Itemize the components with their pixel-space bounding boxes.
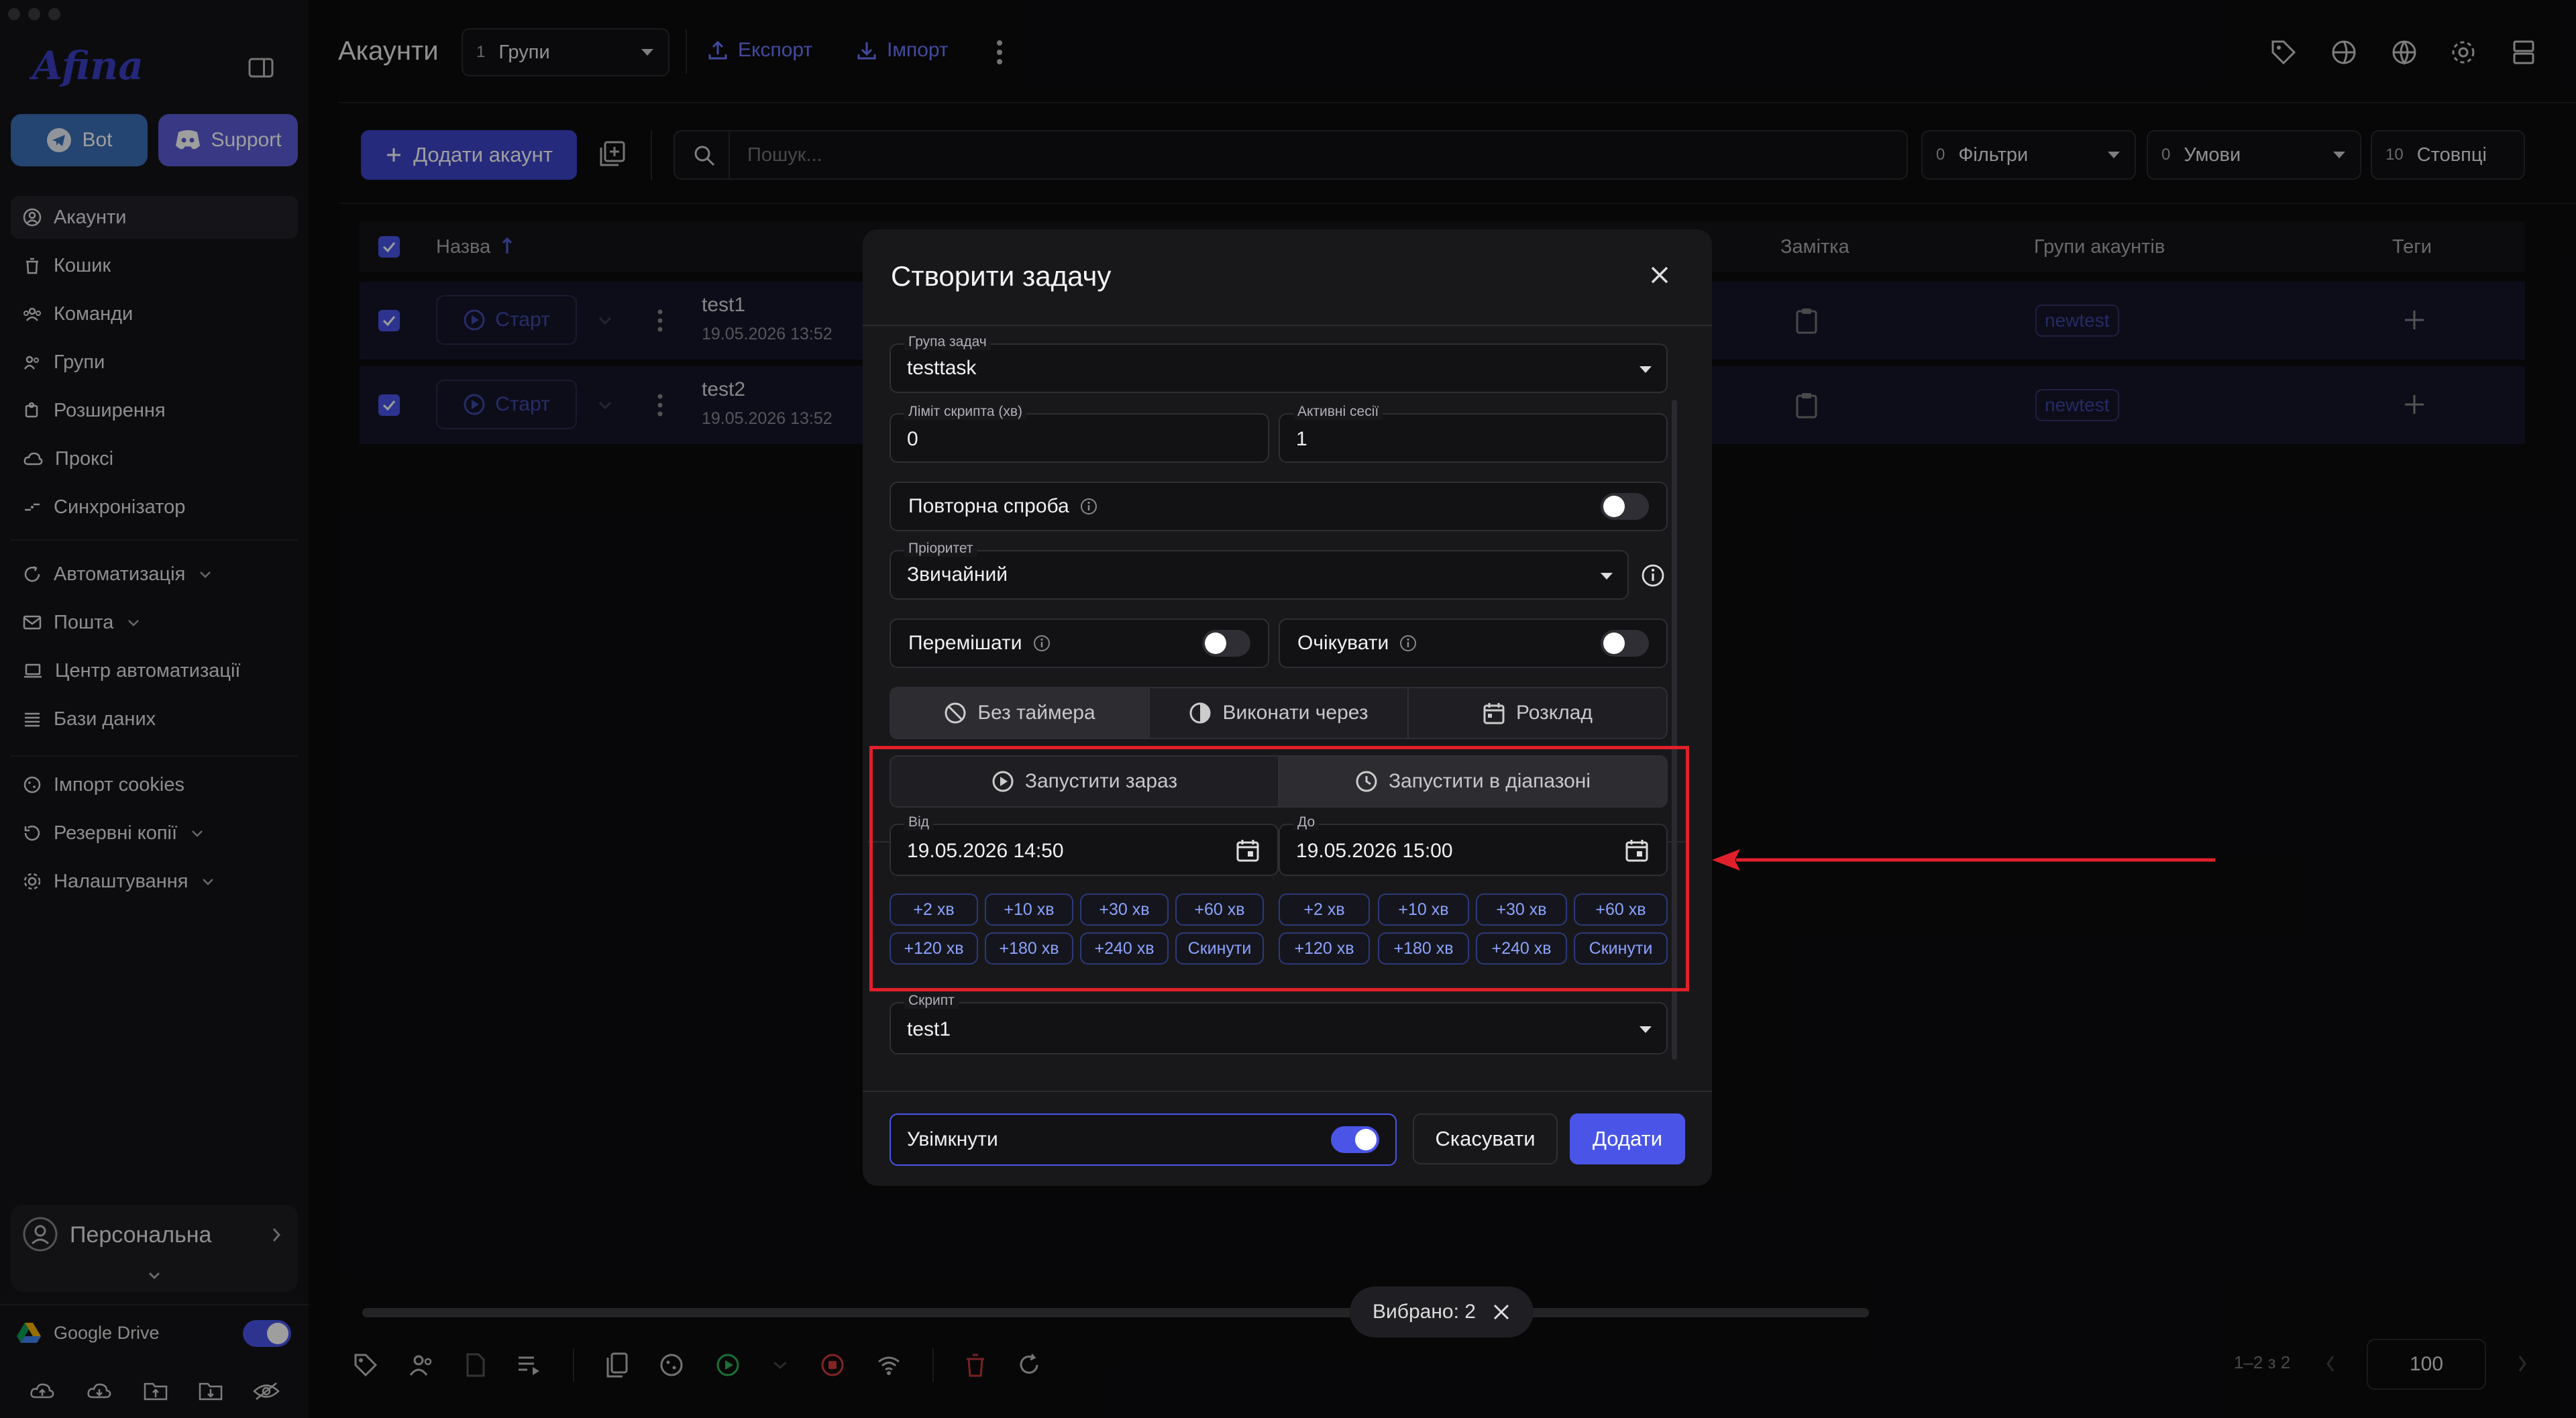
script-label: Скрипт [904,993,959,1009]
highlight-arrow-icon [1712,849,2215,871]
enable-row: Увімкнути [890,1113,1397,1166]
retry-row: Повторна спроба [890,482,1668,531]
add-button[interactable]: Додати [1570,1113,1685,1164]
priority-label: Пріоритет [904,541,977,557]
shuffle-label: Перемішати [908,632,1022,654]
selected-count: Вибрано: 2 [1373,1301,1476,1323]
info-icon[interactable] [1399,635,1417,652]
enable-toggle[interactable] [1331,1126,1379,1153]
tab-label: Без таймера [977,702,1095,724]
script-value: test1 [907,1018,951,1040]
active-sessions-value: 1 [1296,428,1307,450]
create-task-dialog: Створити задачу Група задач testtask Лім… [863,229,1712,1186]
info-icon[interactable] [1080,498,1097,515]
shuffle-toggle[interactable] [1202,630,1250,657]
caret-down-icon [1601,573,1613,580]
script-limit-value: 0 [907,428,918,450]
script-select[interactable]: Скрипт test1 [890,993,1668,1054]
priority-value: Звичайний [907,563,1008,586]
timer-mode-tabs: Без таймера Виконати через Розклад [890,687,1668,739]
tab-label: Виконати через [1222,702,1368,724]
ban-icon [945,702,966,724]
selection-pill: Вибрано: 2 [1350,1287,1534,1338]
retry-label: Повторна спроба [908,495,1069,517]
close-icon[interactable] [1649,264,1670,286]
dialog-title: Створити задачу [891,260,1112,292]
highlight-box [869,746,1689,991]
enable-label: Увімкнути [907,1128,998,1150]
task-group-value: testtask [907,357,977,379]
priority-select[interactable]: Пріоритет Звичайний [890,541,1629,600]
caret-down-icon [1640,1026,1652,1033]
timer-icon [1189,702,1211,724]
tab-label: Розклад [1516,702,1593,724]
priority-info-icon[interactable] [1641,563,1665,588]
tab-no-timer[interactable]: Без таймера [891,688,1148,738]
info-icon[interactable] [1033,635,1051,652]
tab-run-after[interactable]: Виконати через [1148,688,1407,738]
wait-label: Очікувати [1297,632,1389,654]
script-limit-field[interactable]: Ліміт скрипта (хв) 0 [890,404,1269,463]
task-group-label: Група задач [904,334,991,350]
close-icon[interactable] [1492,1303,1511,1321]
calendar-icon [1483,703,1505,724]
caret-down-icon [1640,366,1652,373]
cancel-button[interactable]: Скасувати [1413,1113,1558,1164]
task-group-select[interactable]: Група задач testtask [890,334,1668,393]
active-sessions-label: Активні сесії [1293,404,1383,420]
script-limit-label: Ліміт скрипта (хв) [904,404,1027,420]
shuffle-row: Перемішати [890,618,1269,668]
tab-schedule[interactable]: Розклад [1407,688,1666,738]
active-sessions-field[interactable]: Активні сесії 1 [1279,404,1668,463]
wait-row: Очікувати [1279,618,1668,668]
retry-toggle[interactable] [1601,493,1649,520]
wait-toggle[interactable] [1601,630,1649,657]
dialog-divider [863,1091,1712,1092]
